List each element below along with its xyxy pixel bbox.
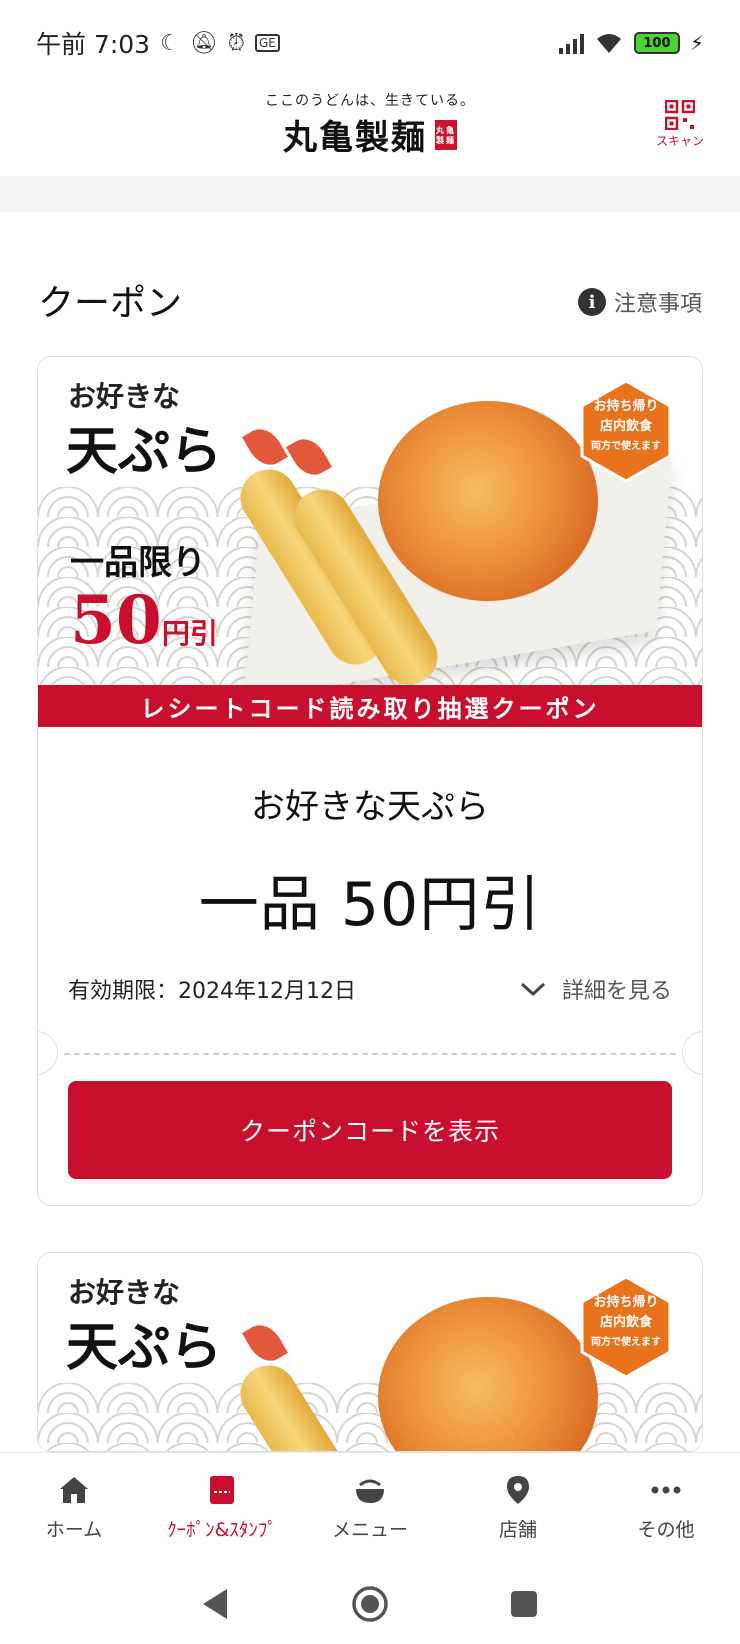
- banner-price: 50円引: [70, 581, 218, 659]
- status-icons: ☾ 🔕︎ ⏰︎ GE: [160, 31, 280, 56]
- nav-coupon-label: ｸｰﾎﾟﾝ&ｽﾀﾝﾌﾟ: [167, 1519, 277, 1541]
- badge-line1: お持ち帰り: [593, 399, 659, 414]
- location-pin-icon: [507, 1476, 529, 1504]
- coupon-icon: [210, 1476, 234, 1504]
- more-icon: [651, 1486, 681, 1494]
- header-divider: [0, 176, 740, 212]
- banner-line2: 天ぷら: [66, 1317, 223, 1378]
- badge-line2: 店内飲食: [599, 1315, 652, 1330]
- recents-icon[interactable]: [509, 1589, 539, 1619]
- nav-stores-label: 店舗: [498, 1519, 537, 1541]
- banner-price-unit: 円引: [161, 617, 218, 650]
- wave-pattern: [38, 1383, 702, 1451]
- dashed-divider: [64, 1053, 676, 1055]
- coupon-name: お好きな天ぷら: [251, 787, 489, 827]
- bowl-icon: [356, 1479, 384, 1503]
- status-bar: 午前 7:03 ☾ 🔕︎ ⏰︎ GE 100 ⚡︎: [0, 0, 740, 86]
- badge-line1: お持ち帰り: [593, 1295, 659, 1310]
- coupon-value: 一品 50円引: [198, 870, 542, 940]
- coupon-meta: 有効期限：2024年12月12日 詳細を見る: [38, 973, 702, 1005]
- badge-line2: 店内飲食: [599, 419, 652, 434]
- nav-more[interactable]: その他: [592, 1453, 740, 1564]
- badge-line3: 両方で使えます: [591, 1337, 661, 1348]
- notice-link[interactable]: i 注意事項: [577, 286, 702, 318]
- wifi-icon: [596, 34, 621, 53]
- home-icon: [60, 1477, 88, 1503]
- shrimp-tail: [242, 1318, 288, 1368]
- coupon-banner-image: お好きな 天ぷら 一品限り 50円引 お持ち帰り 店内飲食 両方で使えます レシ…: [38, 357, 702, 727]
- notice-label: 注意事項: [613, 292, 702, 317]
- chevron-down-icon: [520, 982, 545, 997]
- banner-line3: 一品限り: [70, 543, 206, 583]
- shrimp-tail: [286, 432, 332, 482]
- banner-price-number: 50: [70, 581, 162, 659]
- details-toggle[interactable]: 詳細を見る: [520, 973, 672, 1005]
- nav-home[interactable]: ホーム: [0, 1453, 148, 1564]
- back-icon[interactable]: [201, 1587, 231, 1621]
- coupon-expiry: 有効期限：2024年12月12日: [68, 979, 356, 1004]
- brand-name: 丸亀製麺: [283, 118, 427, 158]
- ticket-perforation: [38, 1031, 702, 1075]
- moon-icon: ☾: [160, 30, 180, 56]
- bottom-navigation: ホーム ｸｰﾎﾟﾝ&ｽﾀﾝﾌﾟ メニュー 店舗 その他: [0, 1452, 740, 1564]
- scan-label: スキャン: [655, 134, 704, 148]
- kakiage-image: [378, 401, 598, 601]
- coupon-card[interactable]: お好きな 天ぷら 一品限り 50円引 お持ち帰り 店内飲食 両方で使えます レシ…: [37, 356, 703, 1206]
- system-navigation: [0, 1564, 740, 1644]
- bell-off-icon: 🔕︎: [189, 30, 218, 56]
- coupon-banner-image: お好きな 天ぷら お持ち帰り 店内飲食 両方で使えます: [38, 1253, 702, 1451]
- scan-button[interactable]: スキャン: [656, 100, 704, 149]
- brand-seal: 丸亀製麺: [435, 119, 457, 150]
- show-coupon-code-button[interactable]: クーポンコードを表示: [68, 1081, 672, 1179]
- brand-tagline: ここのうどんは、生きている。: [265, 93, 475, 109]
- kakiage-image: [378, 1297, 598, 1451]
- badge-line3: 両方で使えます: [591, 441, 661, 452]
- coupon-card[interactable]: お好きな 天ぷら お持ち帰り 店内飲食 両方で使えます: [37, 1252, 703, 1452]
- ticket-notch: [38, 1031, 58, 1075]
- charging-icon: ⚡︎: [689, 31, 704, 55]
- qr-code-icon: [664, 100, 695, 130]
- nav-coupon-stamp[interactable]: ｸｰﾎﾟﾝ&ｽﾀﾝﾌﾟ: [148, 1453, 296, 1564]
- nav-stores[interactable]: 店舗: [444, 1453, 592, 1564]
- home-button-icon[interactable]: [351, 1585, 389, 1623]
- page-title: クーポン: [38, 283, 183, 324]
- details-label: 詳細を見る: [561, 979, 672, 1004]
- usage-badge-text: お持ち帰り 店内飲食 両方で使えます: [580, 1293, 672, 1353]
- banner-strip: レシートコード読み取り抽選クーポン: [38, 685, 702, 727]
- info-icon: i: [577, 288, 606, 316]
- brand-logo: 丸亀製麺 丸亀製麺: [283, 110, 457, 159]
- app-header: ここのうどんは、生きている。 丸亀製麺 丸亀製麺 スキャン: [0, 86, 740, 176]
- shrimp-tail: [242, 422, 288, 472]
- signal-icon: [558, 32, 584, 54]
- nav-home-label: ホーム: [45, 1519, 103, 1541]
- alarm-icon: ⏰︎: [227, 30, 245, 56]
- nav-menu[interactable]: メニュー: [296, 1453, 444, 1564]
- battery-icon: 100: [633, 32, 680, 54]
- ticket-notch: [682, 1031, 702, 1075]
- usage-badge-text: お持ち帰り 店内飲食 両方で使えます: [580, 397, 672, 457]
- status-time: 午前 7:03: [36, 30, 151, 59]
- battery-level: 100: [643, 35, 671, 51]
- notification-icon: GE: [254, 34, 280, 52]
- nav-menu-label: メニュー: [331, 1519, 408, 1541]
- nav-more-label: その他: [637, 1519, 695, 1541]
- banner-line2: 天ぷら: [66, 421, 223, 482]
